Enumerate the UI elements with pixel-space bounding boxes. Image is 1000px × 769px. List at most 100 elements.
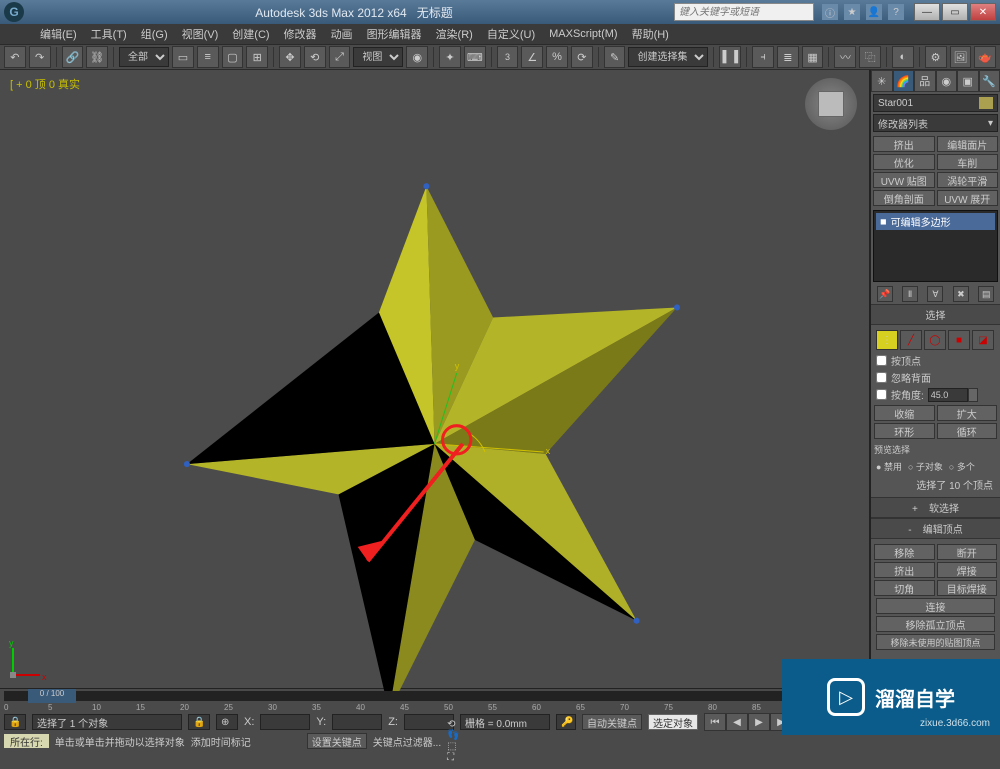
make-unique-icon[interactable]: ∀ <box>927 286 943 302</box>
select-object-button[interactable]: ▭ <box>172 46 194 68</box>
arc-rotate-button[interactable]: ⟲ <box>447 719 459 730</box>
angle-snap-button[interactable]: ∠ <box>521 46 543 68</box>
subobj-polygon[interactable]: ■ <box>948 330 970 350</box>
play-button[interactable]: ▶ <box>748 713 770 731</box>
mod-uvwmap-button[interactable]: UVW 贴图 <box>873 172 935 188</box>
menu-tools[interactable]: 工具(T) <box>91 26 127 42</box>
menu-modifiers[interactable]: 修改器 <box>284 26 317 42</box>
break-button[interactable]: 断开 <box>937 544 998 560</box>
undo-button[interactable]: ↶ <box>4 46 26 68</box>
ignore-backfacing-checkbox[interactable]: 忽略背面 <box>874 369 997 386</box>
help-search-input[interactable] <box>674 3 814 21</box>
snap-toggle-button[interactable]: 3 <box>497 46 519 68</box>
redo-button[interactable]: ↷ <box>29 46 51 68</box>
tab-display[interactable]: ▣ <box>957 70 979 92</box>
remove-iso-button[interactable]: 移除孤立顶点 <box>876 616 995 632</box>
subobj-vertex[interactable]: ⋮ <box>876 330 898 350</box>
tab-create[interactable]: ✳ <box>871 70 893 92</box>
menu-customize[interactable]: 自定义(U) <box>487 26 535 42</box>
grow-button[interactable]: 扩大 <box>937 405 998 421</box>
connect-button[interactable]: 连接 <box>876 598 995 614</box>
remove-unused-button[interactable]: 移除未使用的贴图顶点 <box>876 634 995 650</box>
shrink-button[interactable]: 收缩 <box>874 405 935 421</box>
use-pivot-button[interactable]: ◉ <box>406 46 428 68</box>
select-move-button[interactable]: ✥ <box>279 46 301 68</box>
tab-utilities[interactable]: 🔧 <box>979 70 1000 92</box>
mod-editpatch-button[interactable]: 编辑面片 <box>937 136 999 152</box>
y-input[interactable] <box>332 714 382 730</box>
mod-turbosmooth-button[interactable]: 涡轮平滑 <box>937 172 999 188</box>
infocenter-icon[interactable]: ⓘ <box>822 4 838 20</box>
link-button[interactable]: 🔗 <box>62 46 84 68</box>
goto-start-button[interactable]: ⏮ <box>704 713 726 731</box>
modifier-list-dropdown[interactable]: 修改器列表▾ <box>873 114 998 132</box>
pin-stack-icon[interactable]: 📌 <box>877 286 893 302</box>
window-crossing-button[interactable]: ⊞ <box>246 46 268 68</box>
prev-frame-button[interactable]: ◀ <box>726 713 748 731</box>
mod-optimize-button[interactable]: 优化 <box>873 154 935 170</box>
menu-rendering[interactable]: 渲染(R) <box>436 26 473 42</box>
tab-motion[interactable]: ◉ <box>936 70 958 92</box>
subobj-edge[interactable]: ╱ <box>900 330 922 350</box>
mod-lathe-button[interactable]: 车削 <box>937 154 999 170</box>
zoom-region-button[interactable]: ⬚ <box>447 741 459 752</box>
edit-named-sel-button[interactable]: ✎ <box>604 46 626 68</box>
mirror-button[interactable]: ▌▐ <box>719 46 741 68</box>
viewport-canvas[interactable]: x y <box>0 70 869 694</box>
stack-item-editpoly[interactable]: 可编辑多边形 <box>876 213 995 230</box>
material-editor-button[interactable]: ◐ <box>892 46 914 68</box>
schematic-view-button[interactable]: ⿻ <box>859 46 881 68</box>
modifier-stack[interactable]: 可编辑多边形 <box>873 210 998 282</box>
object-color-swatch[interactable] <box>979 97 993 109</box>
signin-icon[interactable]: 👤 <box>866 4 882 20</box>
layer-manager-button[interactable]: ≣ <box>777 46 799 68</box>
chamfer-button[interactable]: 切角 <box>874 580 935 596</box>
maximize-button[interactable]: ▭ <box>942 3 968 21</box>
keyboard-shortcut-button[interactable]: ⌨ <box>464 46 486 68</box>
minimize-button[interactable]: — <box>914 3 940 21</box>
close-button[interactable]: ✕ <box>970 3 996 21</box>
preview-off-radio[interactable]: ● 禁用 <box>876 460 902 473</box>
rendered-frame-button[interactable]: 🖼 <box>950 46 972 68</box>
curve-editor-button[interactable]: 〰 <box>834 46 856 68</box>
lock-selection-button[interactable]: 🔒 <box>4 714 26 730</box>
remove-modifier-icon[interactable]: ✖ <box>953 286 969 302</box>
rollout-softsel-header[interactable]: + 软选择 <box>871 498 1000 518</box>
add-time-tag-button[interactable]: 添加时间标记 <box>191 734 301 749</box>
configure-sets-icon[interactable]: ▤ <box>978 286 994 302</box>
menu-help[interactable]: 帮助(H) <box>632 26 669 42</box>
x-input[interactable] <box>260 714 310 730</box>
max-toggle-button[interactable]: ⛶ <box>447 752 459 763</box>
align-button[interactable]: ⫞ <box>752 46 774 68</box>
render-button[interactable]: 🫖 <box>974 46 996 68</box>
walk-button[interactable]: 👣 <box>447 730 459 741</box>
key-icon[interactable]: 🔑 <box>556 714 576 730</box>
mod-extrude-button[interactable]: 挤出 <box>873 136 935 152</box>
rollout-editverts-header[interactable]: - 编辑顶点 <box>871 519 1000 539</box>
menu-group[interactable]: 组(G) <box>141 26 168 42</box>
menu-maxscript[interactable]: MAXScript(M) <box>549 28 617 40</box>
viewport[interactable]: [ + 0 顶 0 真实 x <box>0 70 870 688</box>
graphite-button[interactable]: ▦ <box>802 46 824 68</box>
loop-button[interactable]: 循环 <box>937 423 998 439</box>
select-rect-button[interactable]: ▢ <box>222 46 244 68</box>
unlink-button[interactable]: ⛓ <box>86 46 108 68</box>
tab-modify[interactable]: 🌈 <box>893 70 915 92</box>
tab-hierarchy[interactable]: 品 <box>914 70 936 92</box>
ring-button[interactable]: 环形 <box>874 423 935 439</box>
absolute-mode-icon[interactable]: ⊕ <box>216 714 238 730</box>
weld-button[interactable]: 焊接 <box>937 562 998 578</box>
mod-bevelprofile-button[interactable]: 倒角剖面 <box>873 190 935 206</box>
select-rotate-button[interactable]: ⟲ <box>304 46 326 68</box>
target-weld-button[interactable]: 目标焊接 <box>937 580 998 596</box>
subobj-border[interactable]: ◯ <box>924 330 946 350</box>
by-vertex-checkbox[interactable]: 按顶点 <box>874 352 997 369</box>
angle-input[interactable] <box>928 388 968 402</box>
named-selection-set[interactable]: 创建选择集 <box>628 47 708 67</box>
render-setup-button[interactable]: ⚙ <box>925 46 947 68</box>
by-angle-row[interactable]: 按角度: <box>874 386 997 403</box>
selection-filter[interactable]: 全部 <box>119 47 169 67</box>
spinner-snap-button[interactable]: ⟳ <box>571 46 593 68</box>
menu-grapheditors[interactable]: 图形编辑器 <box>367 26 422 42</box>
help-icon[interactable]: ? <box>888 4 904 20</box>
